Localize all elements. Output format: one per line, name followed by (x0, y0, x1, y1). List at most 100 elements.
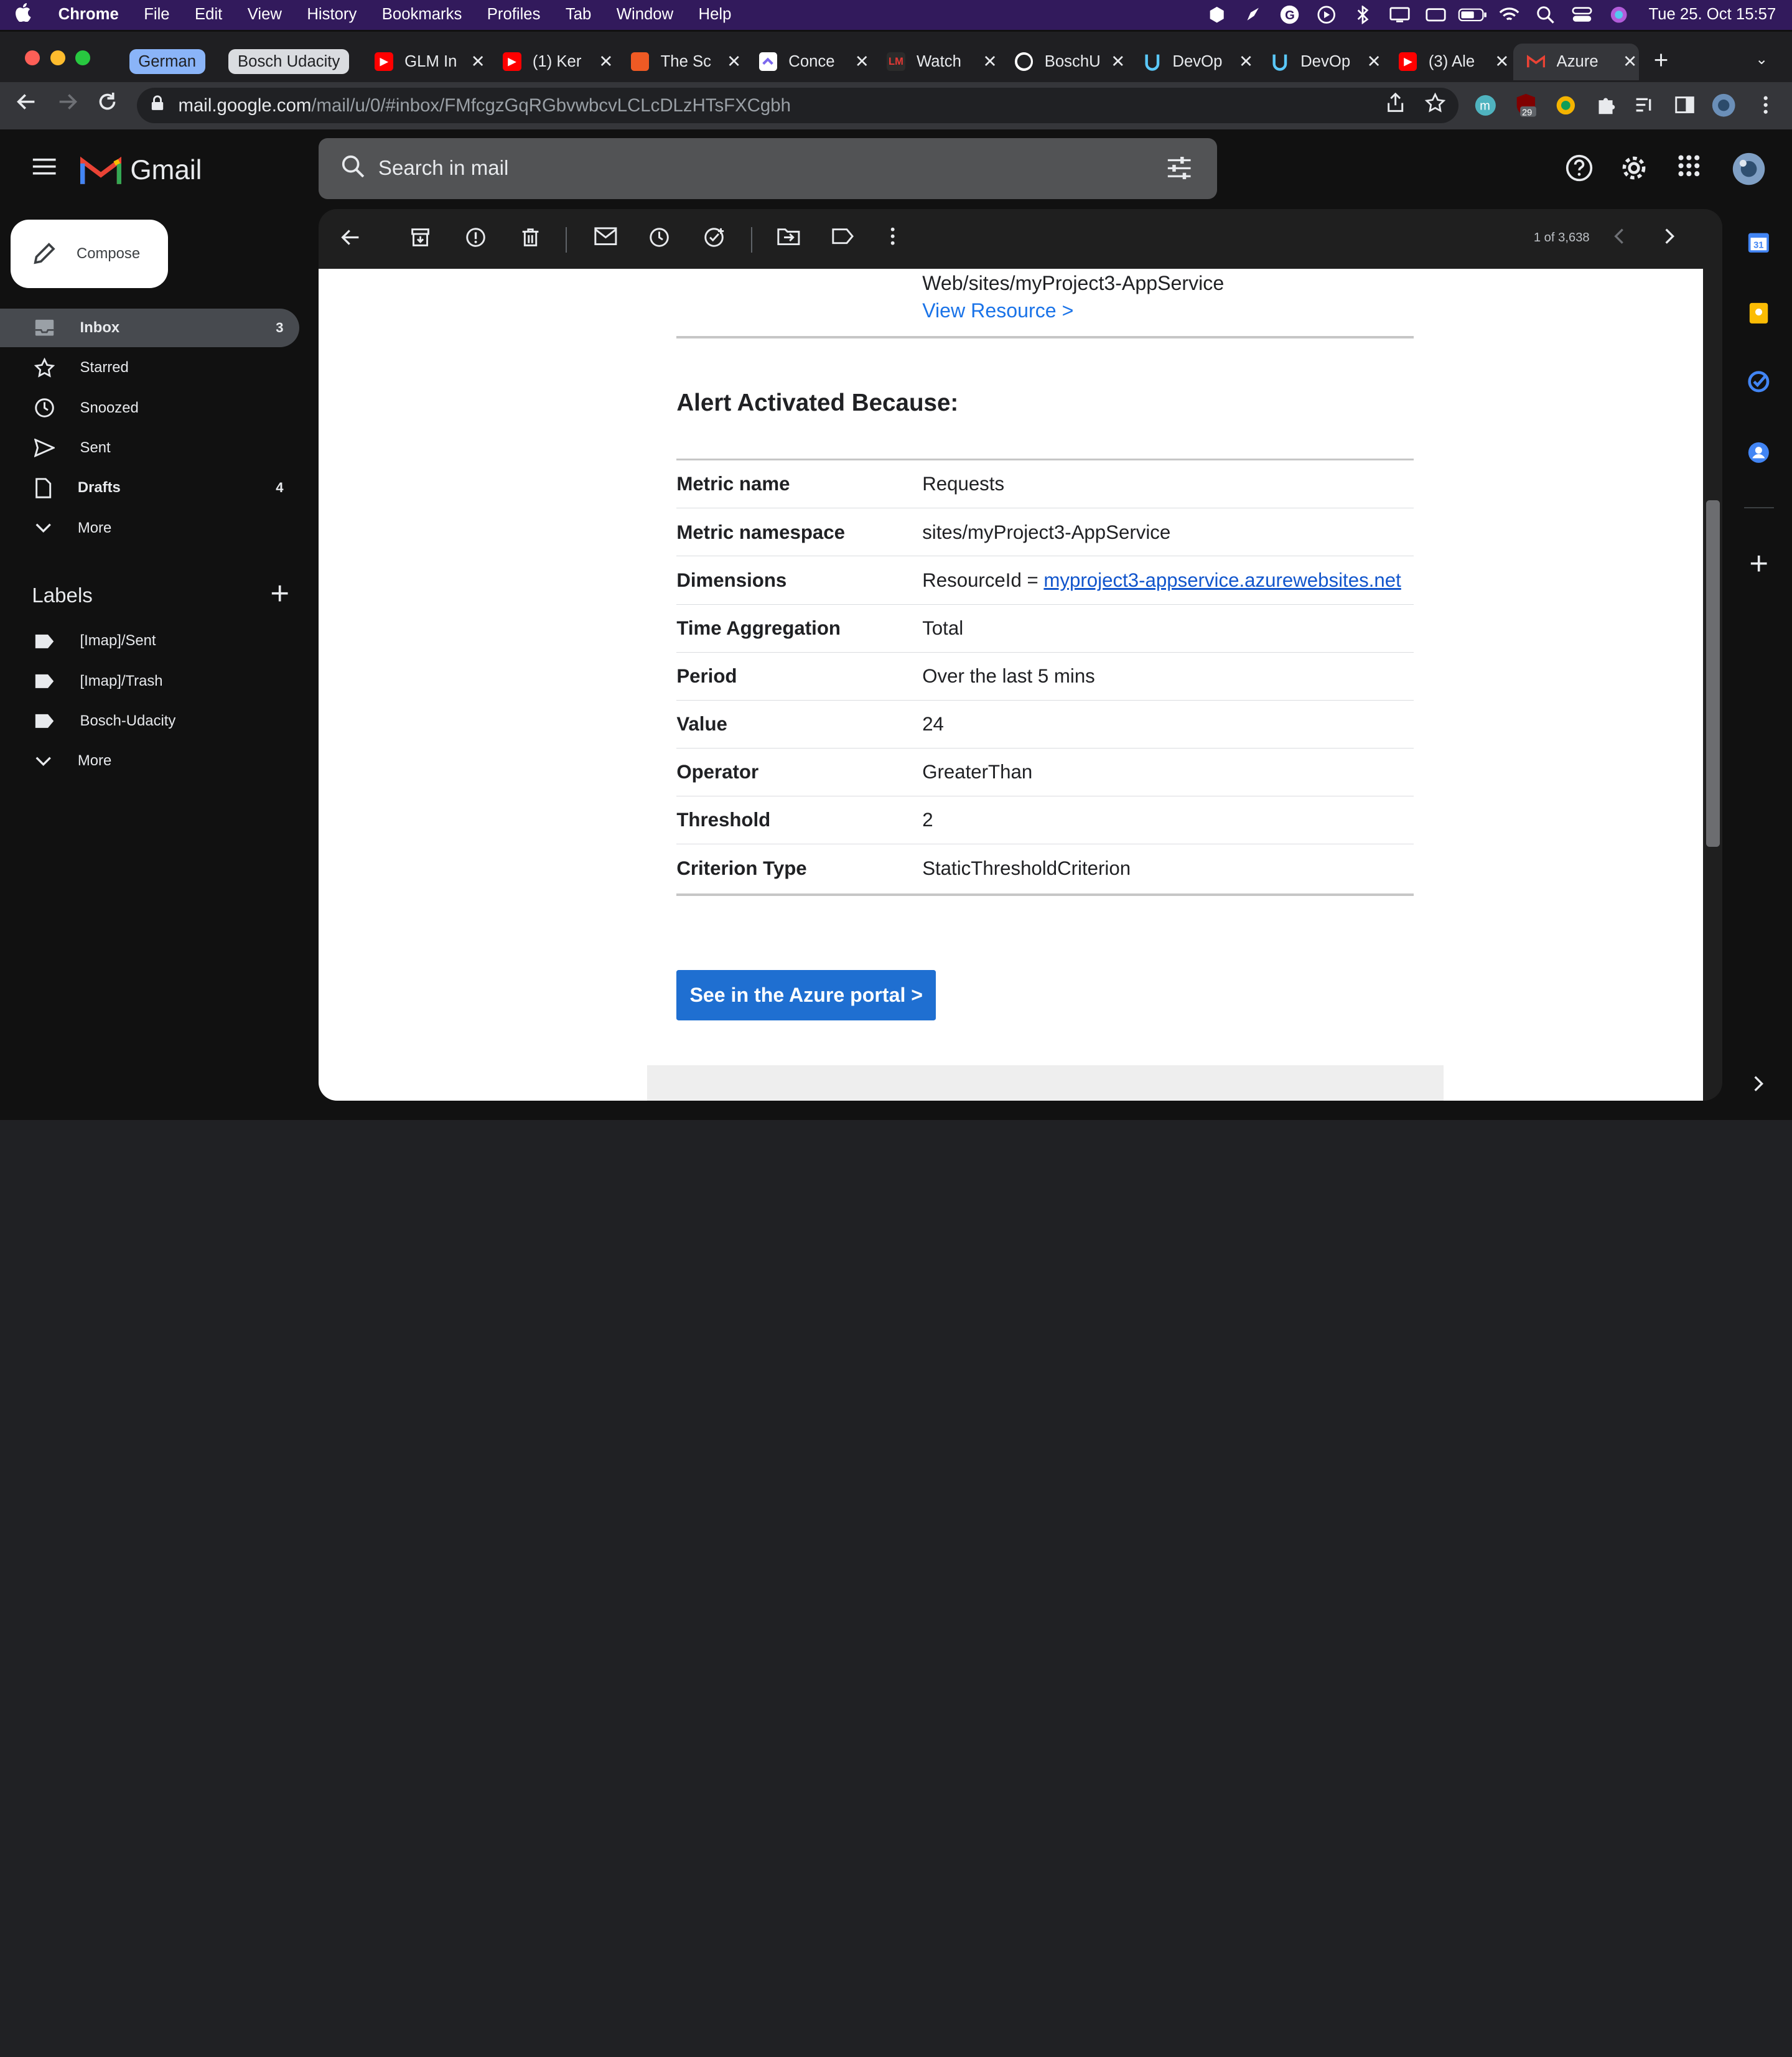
sidebar-item-more[interactable]: More (0, 508, 299, 547)
contacts-icon[interactable] (1746, 440, 1771, 465)
tab-boschu[interactable]: BoschU ✕ (1001, 44, 1127, 80)
wifi-icon[interactable] (1491, 7, 1528, 23)
help-icon[interactable] (1566, 154, 1593, 187)
back-arrow-icon[interactable] (16, 91, 37, 118)
forward-arrow-icon[interactable] (57, 91, 78, 118)
extensions-puzzle-icon[interactable] (1593, 93, 1618, 118)
sidebar-item-drafts[interactable]: Drafts 4 (0, 469, 299, 507)
profile-avatar[interactable] (1711, 93, 1736, 118)
search-input[interactable]: Search in mail (378, 157, 508, 180)
tab-search-chevron-icon[interactable]: ⌄ (1755, 50, 1768, 68)
siri-icon[interactable] (1600, 6, 1637, 24)
grammarly-icon[interactable]: G (1271, 4, 1308, 25)
add-to-tasks-icon[interactable] (704, 227, 727, 253)
new-tab-plus-icon[interactable]: + (1654, 45, 1669, 75)
close-tab-icon[interactable]: ✕ (1239, 52, 1253, 72)
search-options-icon[interactable] (1167, 156, 1192, 185)
settings-gear-icon[interactable] (1620, 154, 1648, 187)
keyboard-icon[interactable] (1417, 7, 1454, 23)
gmail-logo[interactable]: Gmail (80, 154, 202, 186)
tab-devop-1[interactable]: DevOp ✕ (1129, 44, 1255, 80)
menu-view[interactable]: View (235, 6, 295, 24)
display-icon[interactable] (1381, 7, 1418, 23)
menu-history[interactable]: History (294, 6, 369, 24)
menu-app-name[interactable]: Chrome (45, 6, 131, 24)
label-imap-sent[interactable]: [Imap]/Sent (0, 622, 299, 660)
add-addon-plus-icon[interactable] (1746, 551, 1771, 576)
lock-icon[interactable] (151, 95, 167, 116)
tab-watch[interactable]: LM Watch ✕ (873, 44, 999, 80)
search-bar[interactable]: Search in mail (319, 138, 1218, 199)
close-tab-icon[interactable]: ✕ (1367, 52, 1381, 72)
chrome-menu-icon[interactable] (1753, 93, 1778, 118)
add-label-plus-icon[interactable] (271, 584, 289, 608)
labels-more[interactable]: More (0, 742, 299, 780)
label-bosch-udacity[interactable]: Bosch-Udacity (0, 702, 299, 740)
reading-list-icon[interactable] (1632, 93, 1657, 118)
mark-unread-mail-icon[interactable] (594, 227, 617, 250)
back-to-inbox-icon[interactable] (340, 227, 361, 253)
bookmark-star-icon[interactable] (1425, 92, 1446, 118)
play-circle-icon[interactable] (1308, 6, 1345, 24)
view-resource-link[interactable]: View Resource > (922, 299, 1073, 322)
move-to-folder-icon[interactable] (777, 227, 800, 250)
extension-m-icon[interactable]: m (1473, 93, 1498, 118)
close-tab-icon[interactable]: ✕ (983, 52, 997, 72)
menu-window[interactable]: Window (604, 6, 686, 24)
color-picker-icon[interactable] (1553, 93, 1578, 118)
report-spam-icon[interactable] (465, 227, 486, 253)
search-icon[interactable] (342, 155, 365, 183)
menubar-clock[interactable]: Tue 25. Oct 15:57 (1637, 6, 1776, 24)
address-bar[interactable]: mail.google.com/mail/u/0/#inbox/FMfcgzGq… (137, 88, 1458, 124)
resource-url-link[interactable]: myproject3-appservice.azurewebsites.net (1043, 569, 1401, 591)
tab-conce[interactable]: Conce ✕ (745, 44, 871, 80)
more-vert-icon[interactable] (890, 227, 895, 250)
menu-bookmarks[interactable]: Bookmarks (370, 6, 475, 24)
label-imap-trash[interactable]: [Imap]/Trash (0, 661, 299, 700)
sidebar-item-snoozed[interactable]: Snoozed (0, 388, 299, 427)
tab-devop-2[interactable]: DevOp ✕ (1257, 44, 1383, 80)
expand-panel-chevron-icon[interactable] (1746, 1071, 1771, 1096)
sidebar-item-inbox[interactable]: Inbox 3 (0, 308, 300, 348)
calendar-icon[interactable]: 31 (1746, 230, 1771, 254)
menu-file[interactable]: File (131, 6, 182, 24)
archive-icon[interactable] (410, 227, 431, 253)
tab-ker[interactable]: ▶ (1) Ker ✕ (489, 44, 615, 80)
control-center-icon[interactable] (1564, 6, 1601, 24)
menu-profiles[interactable]: Profiles (475, 6, 553, 24)
newer-chevron-left-icon[interactable] (1613, 227, 1625, 250)
tab-the-sc[interactable]: The Sc ✕ (617, 44, 743, 80)
close-tab-icon[interactable]: ✕ (1495, 52, 1509, 72)
sidebar-item-starred[interactable]: Starred (0, 348, 299, 387)
rocket-icon[interactable] (1235, 6, 1272, 24)
close-tab-icon[interactable]: ✕ (727, 52, 741, 72)
close-tab-icon[interactable]: ✕ (1111, 52, 1125, 72)
tab-azure-active[interactable]: Azure ✕ (1513, 43, 1639, 80)
side-panel-icon[interactable] (1672, 93, 1697, 118)
bluetooth-icon[interactable] (1345, 6, 1381, 24)
google-apps-icon[interactable] (1678, 154, 1701, 182)
tab-group-german[interactable]: German (129, 49, 205, 75)
tab-glm[interactable]: ▶ GLM In ✕ (361, 44, 487, 80)
close-tab-icon[interactable]: ✕ (599, 52, 613, 72)
menu-edit[interactable]: Edit (182, 6, 235, 24)
older-chevron-right-icon[interactable] (1664, 227, 1675, 250)
close-tab-icon[interactable]: ✕ (855, 52, 869, 72)
ublock-icon[interactable]: 29 (1513, 93, 1538, 118)
delete-trash-icon[interactable] (520, 227, 541, 253)
apple-icon[interactable] (0, 3, 45, 26)
reload-icon[interactable] (97, 91, 118, 118)
label-icon[interactable] (832, 227, 855, 250)
tab-group-bosch-udacity[interactable]: Bosch Udacity (228, 49, 349, 75)
compose-button[interactable]: Compose (10, 219, 168, 288)
scrollbar-thumb[interactable] (1706, 500, 1720, 847)
menu-tab[interactable]: Tab (553, 6, 604, 24)
share-icon[interactable] (1386, 92, 1404, 118)
battery-icon[interactable] (1454, 7, 1491, 23)
menu-help[interactable]: Help (686, 6, 744, 24)
close-tab-icon[interactable]: ✕ (471, 52, 485, 72)
tab-ale[interactable]: ▶ (3) Ale ✕ (1385, 44, 1511, 80)
snooze-clock-icon[interactable] (649, 227, 670, 253)
spotlight-search-icon[interactable] (1528, 6, 1564, 24)
main-menu-icon[interactable] (32, 157, 57, 180)
